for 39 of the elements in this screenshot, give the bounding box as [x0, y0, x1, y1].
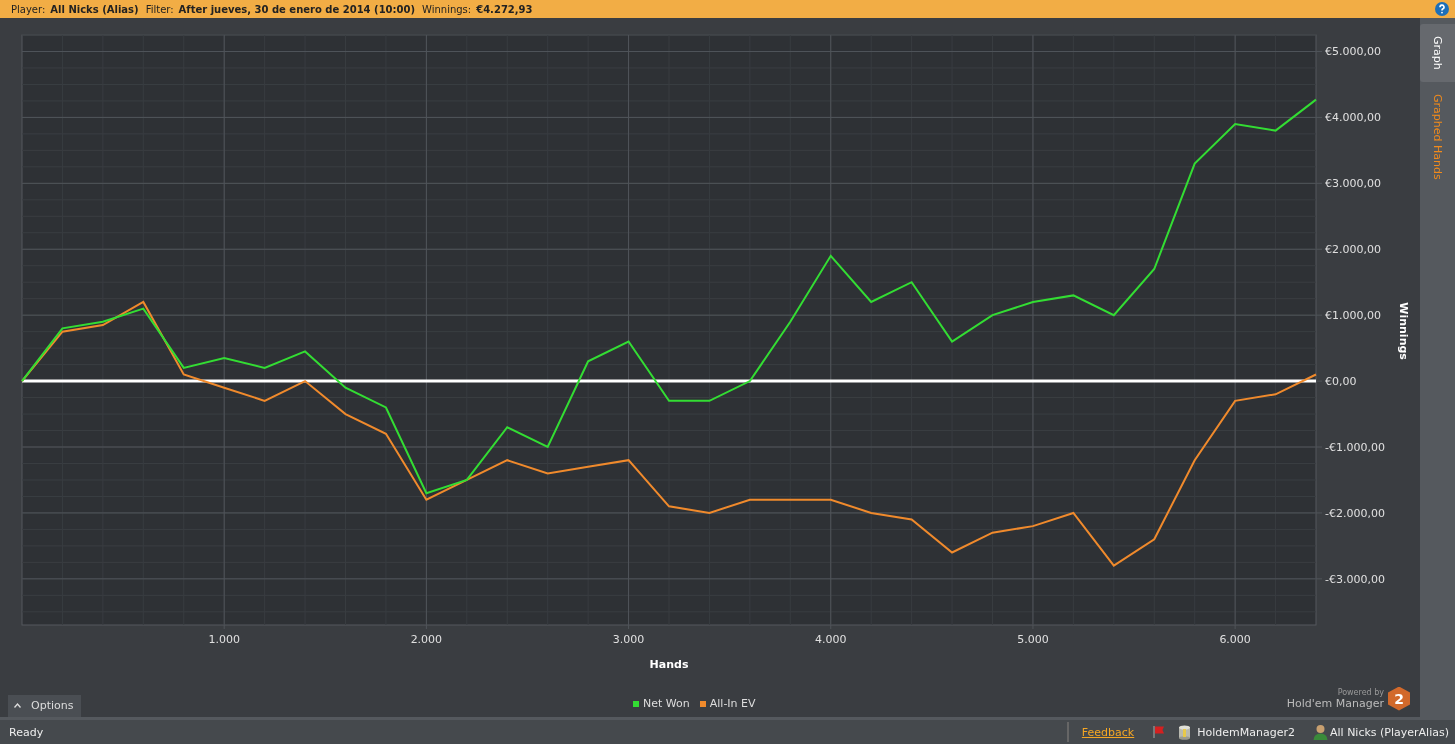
person-icon	[1313, 724, 1328, 740]
side-tab[interactable]: Graph	[1420, 24, 1455, 82]
product-name: Hold'em Manager	[1286, 696, 1384, 710]
options-button[interactable]: Options	[8, 694, 82, 717]
filter-label: Winnings:	[422, 3, 472, 15]
caret-icon	[14, 703, 21, 708]
logo-badge: 2	[1388, 686, 1410, 711]
feedback-link[interactable]: Feedback	[1081, 725, 1135, 739]
filter-label: Player:	[11, 3, 46, 15]
y-tick-label: €0,00	[1325, 375, 1357, 389]
x-tick-label: 2.000	[410, 633, 443, 646]
status-text: Ready	[9, 725, 44, 739]
user-name: All Nicks (PlayerAlias)	[1330, 725, 1449, 739]
y-tick-label: -€3.000,00	[1325, 572, 1385, 586]
x-tick-label: 6.000	[1219, 633, 1251, 646]
app-name: HoldemManager2	[1197, 725, 1295, 739]
x-tick-label: 1.000	[208, 633, 240, 646]
y-tick-label: €2.000,00	[1325, 243, 1381, 257]
x-tick-label: 5.000	[1017, 633, 1049, 646]
help-icon[interactable]	[1435, 2, 1449, 16]
filter-value: All Nicks (Alias)	[50, 3, 139, 15]
y-tick-label: €5.000,00	[1325, 45, 1381, 59]
y-tick-label: €3.000,00	[1325, 177, 1381, 191]
filter-label: Filter:	[145, 3, 174, 15]
powered-by-text: Powered by	[1337, 687, 1384, 697]
x-tick-label: 4.000	[815, 633, 847, 646]
y-tick-label: -€2.000,00	[1325, 506, 1385, 520]
y-tick-label: €4.000,00	[1325, 111, 1381, 125]
legend-label: Net Won	[643, 697, 690, 710]
y-tick-label: -€1.000,00	[1325, 441, 1385, 454]
legend-label: All-In EV	[709, 697, 756, 710]
x-axis-title: Hands	[649, 658, 689, 671]
filter-value: After jueves, 30 de enero de 2014 (10:00)	[178, 3, 416, 15]
side-tab[interactable]: Graphed Hands	[1420, 81, 1455, 192]
filter-value: €4.272,93	[476, 3, 533, 15]
database-icon	[1178, 724, 1192, 740]
y-axis-title: Winnings	[1397, 302, 1410, 360]
y-tick-label: €1.000,00	[1325, 309, 1381, 323]
x-tick-label: 3.000	[612, 633, 645, 646]
